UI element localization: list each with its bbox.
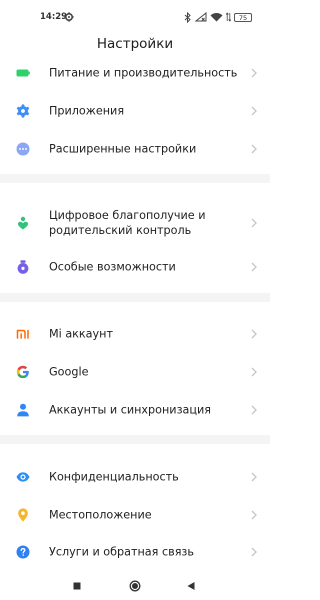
section-divider <box>0 435 270 444</box>
settings-item-label: Mi аккаунт <box>49 327 113 341</box>
chevron-right-icon <box>251 405 257 415</box>
settings-item-services-feedback[interactable]: Услуги и обратная связь <box>0 534 270 570</box>
wellbeing-label-line-1: Цифровое благополучие и <box>49 209 206 222</box>
location-pin-icon <box>18 508 28 522</box>
section-divider <box>0 293 270 302</box>
person-icon <box>17 403 29 417</box>
more-dots-icon <box>16 142 30 156</box>
wellbeing-label-line-2: родительский контроль <box>49 224 192 237</box>
settings-item-google[interactable]: Google <box>0 354 270 390</box>
settings-item-label: Расширенные настройки <box>49 142 197 156</box>
settings-item-advanced[interactable]: Расширенные настройки <box>0 131 270 167</box>
settings-item-label: Услуги и обратная связь <box>49 545 194 559</box>
battery-indicator: 75 <box>234 12 252 22</box>
chevron-right-icon <box>251 472 257 482</box>
settings-item-accounts-sync[interactable]: Аккаунты и синхронизация <box>0 392 270 428</box>
accessibility-icon <box>17 260 29 274</box>
wifi-icon <box>210 13 223 22</box>
help-icon <box>16 545 30 559</box>
settings-item-label: Google <box>49 365 89 379</box>
heart-person-icon <box>17 216 29 230</box>
settings-item-label: Аккаунты и синхронизация <box>49 403 212 417</box>
settings-item-label: Питание и производительность <box>49 66 238 80</box>
recents-button[interactable] <box>68 577 86 595</box>
settings-item-label: Конфиденциальность <box>49 470 179 484</box>
section-divider <box>0 174 270 183</box>
settings-item-privacy[interactable]: Конфиденциальность <box>0 459 270 495</box>
chevron-right-icon <box>251 367 257 377</box>
chevron-right-icon <box>251 218 257 228</box>
navigation-bar <box>0 572 270 600</box>
battery-icon <box>16 69 30 77</box>
settings-item-location[interactable]: Местоположение <box>0 497 270 533</box>
settings-item-mi-account[interactable]: Mi аккаунт <box>0 316 270 352</box>
gear-icon <box>64 12 74 22</box>
settings-item-wellbeing[interactable]: Цифровое благополучие и родительский кон… <box>0 198 270 248</box>
chevron-right-icon <box>251 68 257 78</box>
chevron-right-icon <box>251 329 257 339</box>
status-time: 14:29 <box>40 12 68 22</box>
chevron-right-icon <box>251 262 257 272</box>
status-icons: 75 <box>184 11 252 23</box>
eye-icon <box>16 472 30 482</box>
chevron-right-icon <box>251 547 257 557</box>
home-button[interactable] <box>126 577 144 595</box>
data-arrows-icon <box>226 12 231 22</box>
chevron-right-icon <box>251 510 257 520</box>
settings-item-label: Цифровое благополучие и родительский кон… <box>49 208 206 238</box>
bluetooth-icon <box>184 11 191 23</box>
settings-item-label: Местоположение <box>49 508 152 522</box>
back-button[interactable] <box>182 577 200 595</box>
chevron-right-icon <box>251 106 257 116</box>
settings-item-apps[interactable]: Приложения <box>0 93 270 129</box>
chevron-right-icon <box>251 144 257 154</box>
google-icon <box>16 365 29 379</box>
signal-x-icon <box>195 12 207 22</box>
settings-item-label: Особые возможности <box>49 260 176 274</box>
status-bar: 14:29 75 <box>0 0 270 36</box>
settings-item-power[interactable]: Питание и производительность <box>0 55 270 91</box>
page-title: Настройки <box>96 36 174 52</box>
settings-item-label: Приложения <box>49 104 125 118</box>
mi-logo-icon <box>16 329 29 339</box>
gear-icon <box>16 104 30 118</box>
settings-item-accessibility[interactable]: Особые возможности <box>0 249 270 285</box>
